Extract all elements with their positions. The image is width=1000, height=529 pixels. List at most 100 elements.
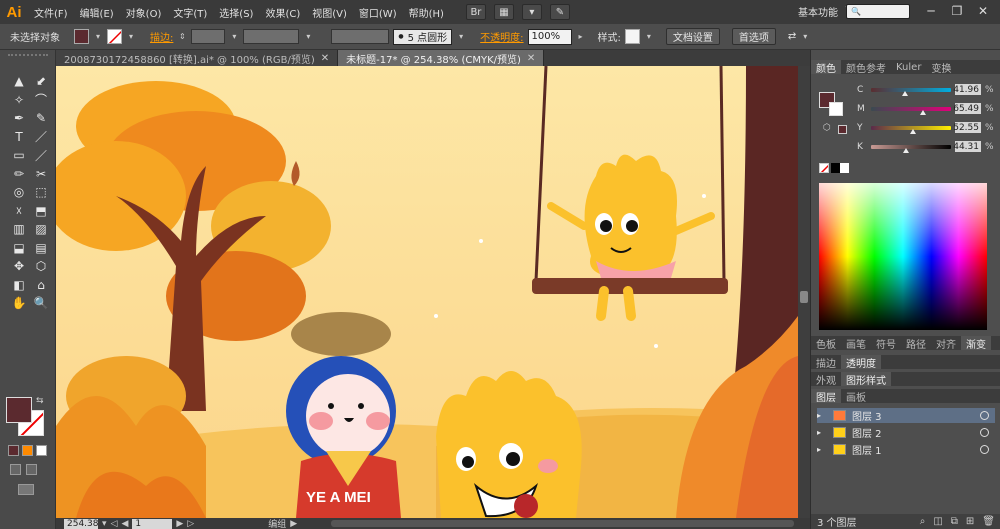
free-transform-tool-icon[interactable]: ⬒ [30,202,52,221]
opacity-input[interactable]: 100% [527,28,572,45]
next-artboard-icon[interactable]: ▶ [176,519,183,529]
magenta-knob[interactable] [920,109,926,115]
tab-graphic-styles[interactable]: 图形样式 [841,372,891,387]
close-icon[interactable]: ✕ [321,53,329,64]
chevron-down-icon[interactable]: ▾ [303,30,313,44]
brush-stroke-preview[interactable] [331,29,390,44]
tab-color-guide[interactable]: 颜色参考 [841,60,891,75]
cyan-knob[interactable] [901,90,908,96]
zoom-field[interactable]: 254.38 [64,518,99,529]
first-artboard-icon[interactable]: ◁ [111,519,118,529]
gradient-mode-button[interactable] [22,445,33,456]
layer-name[interactable]: 图层 3 [852,408,882,423]
graphic-style-swatch[interactable] [624,29,640,44]
arrange-documents-button[interactable]: ▦ [493,4,514,20]
layer-row[interactable]: ▸ 图层 3 [817,408,995,423]
tab-color[interactable]: 颜色 [811,60,841,75]
black-knob[interactable] [903,147,910,153]
target-icon[interactable] [980,428,989,437]
menu-select[interactable]: 选择(S) [213,5,259,20]
panel-stroke-swatch[interactable] [829,102,843,116]
close-icon[interactable]: ✕ [527,53,535,64]
arrange-documents-dropdown[interactable]: ▾ [521,4,542,20]
pen-tool-icon[interactable]: ✒ [8,109,30,128]
yellow-knob[interactable] [910,128,917,134]
scroll-thumb[interactable] [800,291,808,303]
cyan-value[interactable]: 41.96 [953,84,981,95]
magenta-value[interactable]: 65.49 [953,103,981,114]
zoom-tool-icon[interactable]: 🔍 [30,294,52,313]
status-dropdown-icon[interactable]: ▶ [290,519,297,529]
menu-help[interactable]: 帮助(H) [403,5,450,20]
tab-brushes[interactable]: 画笔 [841,336,871,351]
mesh-tool-icon[interactable]: ⬓ [8,239,30,258]
menu-type[interactable]: 文字(T) [167,5,213,20]
expand-icon[interactable]: ▸ [817,428,829,437]
magic-wand-tool-icon[interactable]: ✧ [8,91,30,110]
tab-transparency[interactable]: 透明度 [841,355,881,370]
out-of-gamut-swatch[interactable] [838,125,847,134]
perspective-grid-tool-icon[interactable]: ▨ [30,220,52,239]
document-setup-button[interactable]: 文档设置 [665,28,720,45]
menu-view[interactable]: 视图(V) [306,5,353,20]
none-swatch[interactable] [819,163,829,173]
last-artboard-icon[interactable]: ▷ [187,519,194,529]
status-mode[interactable]: 编组 [268,517,286,529]
tab-pathfinder[interactable]: 路径 [901,336,931,351]
color-spectrum[interactable] [819,183,987,330]
panel-grip[interactable] [8,54,48,62]
layer-row[interactable]: ▸ 图层 1 [817,442,995,457]
menu-object[interactable]: 对象(O) [120,5,168,20]
cyan-slider[interactable] [871,87,951,96]
warning-cube-icon[interactable]: ⬡ [823,123,831,133]
tab-gradient[interactable]: 渐变 [961,336,991,351]
tab-transform[interactable]: 变换 [926,60,956,75]
vertical-scrollbar[interactable] [798,66,810,518]
tab-align[interactable]: 对齐 [931,336,961,351]
artboard-number-field[interactable]: 1 [132,518,173,529]
curvature-tool-icon[interactable]: ✎ [30,109,52,128]
fill-swatch[interactable] [74,29,89,44]
arrange-icon[interactable]: ⇄ [788,31,796,42]
minimize-button[interactable]: ─ [918,0,944,22]
chevron-down-icon[interactable]: ▾ [229,30,239,44]
eyedropper-tool-icon[interactable]: ✥ [8,257,30,276]
scale-tool-icon[interactable]: ⬚ [30,183,52,202]
swap-fill-stroke-icon[interactable]: ⇆ [36,396,44,406]
layer-row[interactable]: ▸ 图层 2 [817,425,995,440]
stroke-weight-field[interactable] [191,29,226,44]
locate-object-icon[interactable]: ⌕ [920,516,926,527]
pencil-tool-icon[interactable]: ✏ [8,165,30,184]
chevron-down-icon[interactable]: ▾ [126,30,136,44]
chevron-down-icon[interactable]: ▾ [456,30,466,44]
color-mode-button[interactable] [8,445,19,456]
brush-definition[interactable]: ● 5 点圆形 [393,28,453,45]
fill-color-box[interactable] [6,397,32,423]
new-sublayer-icon[interactable]: ⧉ [951,516,958,527]
yellow-value[interactable]: 52.55 [953,122,981,133]
chevron-down-icon[interactable]: ▾ [93,30,103,44]
stroke-label[interactable]: 描边: [150,29,173,44]
tab-symbols[interactable]: 符号 [871,336,901,351]
shape-builder-tool-icon[interactable]: ▥ [8,220,30,239]
paintbrush-tool-icon[interactable]: ／ [30,146,52,165]
tab-swatches[interactable]: 色板 [811,336,841,351]
stroke-swatch[interactable] [107,29,122,44]
layer-name[interactable]: 图层 1 [852,442,882,457]
chevron-down-icon[interactable]: ▾ [102,519,107,529]
layer-name[interactable]: 图层 2 [852,425,882,440]
gradient-tool-icon[interactable]: ▤ [30,239,52,258]
menu-file[interactable]: 文件(F) [28,5,74,20]
black-value[interactable]: 44.31 [953,141,981,152]
line-tool-icon[interactable]: ／ [30,128,52,147]
chevron-right-icon[interactable]: ▸ [576,30,586,44]
blend-tool-icon[interactable]: ⬡ [30,257,52,276]
make-clipping-mask-icon[interactable]: ◫ [933,516,942,527]
direct-selection-tool-icon[interactable]: ⬋ [30,72,52,91]
workspace-switcher[interactable]: 基本功能 [798,4,838,19]
preferences-button[interactable]: 首选项 [731,28,776,45]
none-mode-button[interactable] [36,445,47,456]
white-swatch[interactable] [840,163,849,173]
bridge-button[interactable]: Br [465,4,486,20]
close-button[interactable]: ✕ [970,0,996,22]
